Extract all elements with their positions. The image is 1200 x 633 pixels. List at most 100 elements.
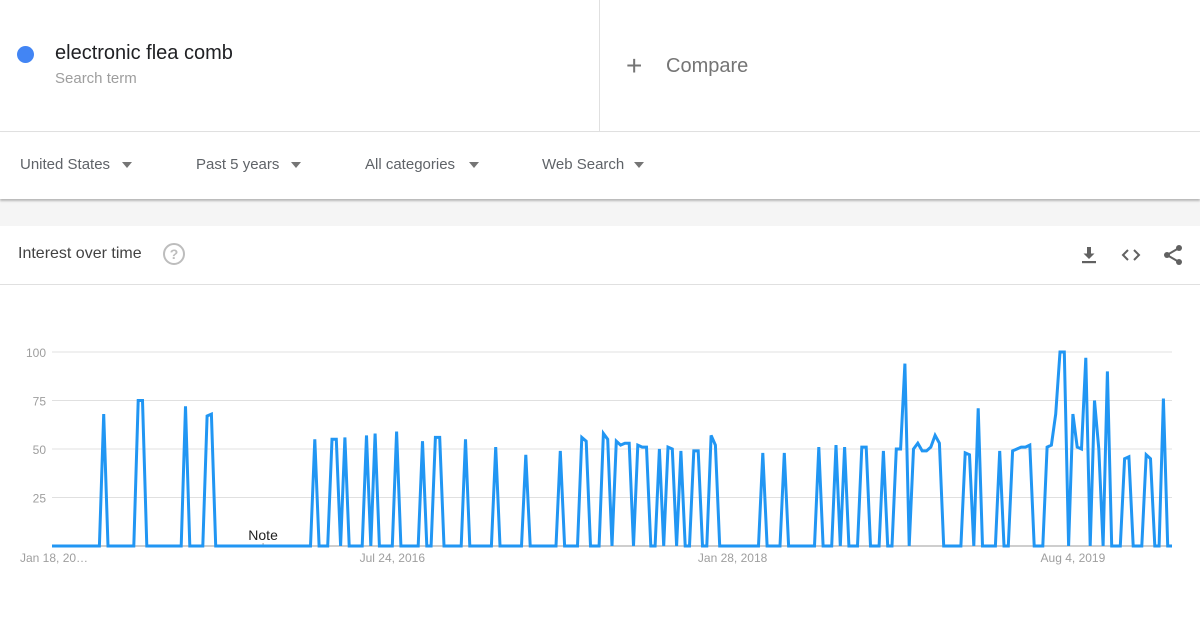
data-point	[72, 544, 76, 548]
data-point	[1105, 369, 1109, 373]
data-point	[1011, 449, 1015, 453]
x-tick-label: Jan 28, 2018	[698, 551, 768, 565]
data-point	[377, 544, 381, 548]
data-point	[1015, 447, 1019, 451]
caret-down-icon	[469, 161, 480, 168]
data-point	[968, 453, 972, 457]
data-point	[1037, 544, 1041, 548]
data-point	[657, 447, 661, 451]
filter-category[interactable]: All categories	[365, 156, 480, 173]
data-point	[110, 544, 114, 548]
share-icon[interactable]	[1161, 243, 1185, 267]
data-point	[976, 406, 980, 410]
data-point	[774, 544, 778, 548]
data-point	[1028, 443, 1032, 447]
data-point	[735, 544, 739, 548]
data-point	[442, 544, 446, 548]
data-point	[472, 544, 476, 548]
note-annotation[interactable]: Note	[248, 527, 278, 543]
data-point	[171, 544, 175, 548]
data-point	[498, 544, 502, 548]
data-point	[188, 544, 192, 548]
data-point	[632, 544, 636, 548]
download-icon[interactable]	[1077, 243, 1101, 267]
caret-down-icon	[634, 161, 645, 168]
data-point	[343, 435, 347, 439]
data-point	[145, 544, 149, 548]
data-point	[800, 544, 804, 548]
x-tick-label: Jan 18, 20…	[20, 551, 88, 565]
data-point	[253, 544, 257, 548]
data-point	[1019, 445, 1023, 449]
data-point	[545, 544, 549, 548]
data-point	[1054, 412, 1058, 416]
data-point	[593, 544, 597, 548]
data-point	[502, 544, 506, 548]
data-point	[1161, 397, 1165, 401]
data-point	[304, 544, 308, 548]
help-icon[interactable]: ?	[163, 243, 185, 265]
data-point	[1088, 544, 1092, 548]
data-point	[1136, 544, 1140, 548]
search-term-name[interactable]: electronic flea comb	[55, 42, 233, 65]
compare-button[interactable]: + Compare	[626, 52, 748, 80]
section-separator	[0, 199, 1200, 226]
data-point	[317, 544, 321, 548]
data-point	[261, 544, 265, 548]
data-point	[1080, 447, 1084, 451]
data-point	[1075, 445, 1079, 449]
data-point	[705, 544, 709, 548]
data-point	[601, 432, 605, 436]
data-point	[683, 544, 687, 548]
data-point	[283, 544, 287, 548]
data-point	[85, 544, 89, 548]
data-point	[97, 544, 101, 548]
data-point	[524, 453, 528, 457]
data-point	[330, 437, 334, 441]
data-point	[666, 445, 670, 449]
data-point	[248, 544, 252, 548]
data-point	[963, 451, 967, 455]
data-point	[571, 544, 575, 548]
data-point	[541, 544, 545, 548]
interest-chart[interactable]: 25 50 75 100 Jan 18, 20… Jul 24, 2016 Jan 28,…	[0, 286, 1200, 633]
data-point	[981, 544, 985, 548]
data-point	[912, 447, 916, 451]
data-point	[477, 544, 481, 548]
data-point	[972, 544, 976, 548]
data-point	[1002, 544, 1006, 548]
data-point	[843, 445, 847, 449]
data-point	[640, 445, 644, 449]
filter-region[interactable]: United States	[20, 156, 133, 173]
data-point	[1049, 443, 1053, 447]
data-point	[93, 544, 97, 548]
y-tick-label: 25	[33, 492, 47, 506]
data-point	[54, 544, 58, 548]
search-term-card[interactable]: electronic flea comb Search term	[0, 0, 600, 131]
data-point	[679, 449, 683, 453]
data-point	[916, 441, 920, 445]
data-point	[713, 443, 717, 447]
filter-time-range[interactable]: Past 5 years	[196, 156, 302, 173]
data-point	[830, 544, 834, 548]
y-tick-label: 75	[33, 395, 47, 409]
data-point	[214, 544, 218, 548]
line-chart-svg[interactable]: 25 50 75 100 Jan 18, 20… Jul 24, 2016 Jan 28,…	[0, 286, 1200, 633]
data-point	[791, 544, 795, 548]
data-point	[197, 544, 201, 548]
data-point	[653, 544, 657, 548]
data-point	[132, 544, 136, 548]
data-point	[722, 544, 726, 548]
filter-search-type[interactable]: Web Search	[542, 156, 645, 173]
data-point	[748, 544, 752, 548]
data-point	[300, 544, 304, 548]
data-point	[494, 445, 498, 449]
data-point	[63, 544, 67, 548]
data-point	[881, 449, 885, 453]
data-point	[942, 544, 946, 548]
data-point	[856, 544, 860, 548]
data-point	[485, 544, 489, 548]
data-point	[179, 544, 183, 548]
embed-icon[interactable]	[1119, 243, 1143, 267]
data-point	[76, 544, 80, 548]
